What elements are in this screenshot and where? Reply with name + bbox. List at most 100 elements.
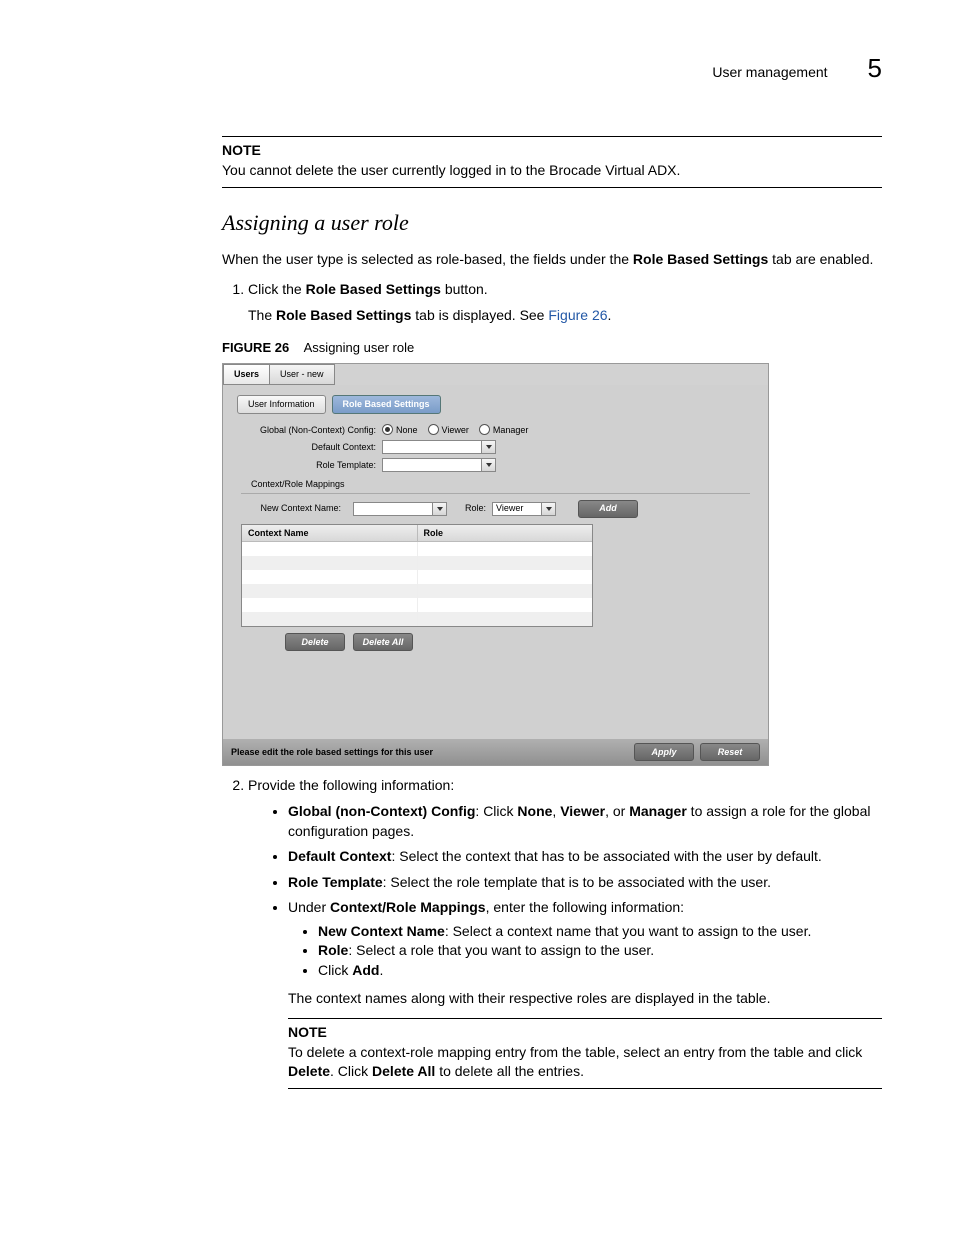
radio-manager[interactable]: Manager [479,424,529,437]
table-row[interactable] [242,556,592,570]
b4s1-bold: New Context Name [318,923,445,939]
context-role-table: Context Name Role [241,524,593,628]
b2-text: : Select the context that has to be asso… [391,848,821,864]
subtab-user-information[interactable]: User Information [237,395,326,414]
radio-viewer-label: Viewer [442,424,469,437]
tab-user-new[interactable]: User - new [269,364,335,385]
bullet-context-role-mappings: Under Context/Role Mappings, enter the f… [288,898,882,1089]
step1-suffix: button. [441,281,488,297]
b1-viewer: Viewer [560,803,605,819]
screenshot-role-based-settings: Users User - new User Information Role B… [222,363,769,766]
note-block-inner: NOTE To delete a context-role mapping en… [288,1018,882,1089]
step-2: Provide the following information: Globa… [248,776,882,1089]
b2-bold: Default Context [288,848,391,864]
select-new-context-name-field[interactable] [353,502,433,516]
table-row[interactable] [242,612,592,626]
radio-viewer[interactable]: Viewer [428,424,469,437]
b4s3-a: Click [318,962,352,978]
select-default-context[interactable] [382,440,496,454]
table-row[interactable] [242,542,592,556]
figure-26-link[interactable]: Figure 26 [548,307,607,323]
note2-label: NOTE [288,1023,882,1043]
chevron-down-icon[interactable] [433,502,447,516]
step1-prefix: Click the [248,281,306,297]
bullet-default-context: Default Context: Select the context that… [288,847,882,867]
label-role-template: Role Template: [241,459,382,472]
figure-caption-text: Assigning user role [304,340,415,355]
b1-manager: Manager [629,803,687,819]
b4-b: , enter the following information: [486,899,684,915]
apply-button[interactable]: Apply [634,743,694,761]
b1-none: None [517,803,552,819]
radio-manager-label: Manager [493,424,529,437]
heading-assigning-user-role: Assigning a user role [222,208,882,239]
radio-none[interactable]: None [382,424,418,437]
subtab-role-based-settings[interactable]: Role Based Settings [332,395,441,414]
note2-bold1: Delete [288,1063,330,1079]
step1-l2bold: Role Based Settings [276,307,411,323]
select-role[interactable]: Viewer [492,502,556,516]
b3-bold: Role Template [288,874,383,890]
status-bar: Please edit the role based settings for … [223,739,768,765]
b4-bold: Context/Role Mappings [330,899,486,915]
note2-c: to delete all the entries. [435,1063,584,1079]
delete-all-button[interactable]: Delete All [353,633,413,651]
note2-a: To delete a context-role mapping entry f… [288,1044,862,1060]
table-row[interactable] [242,584,592,598]
b4s1-text: : Select a context name that you want to… [445,923,812,939]
screenshot-subtabs: User Information Role Based Settings [237,395,762,414]
step1-bold: Role Based Settings [306,281,441,297]
note2-body: To delete a context-role mapping entry f… [288,1043,882,1082]
screenshot-top-tabs: Users User - new [223,364,768,385]
add-button[interactable]: Add [578,500,638,518]
label-context-role-mappings: Context/Role Mappings [251,478,750,491]
step1-l2b: tab is displayed. See [411,307,548,323]
b1-bold: Global (non-Context) Config [288,803,475,819]
step-1: Click the Role Based Settings button. Th… [248,280,882,325]
note-body: You cannot delete the user currently log… [222,161,882,181]
chevron-down-icon[interactable] [482,440,496,454]
chevron-down-icon[interactable] [482,458,496,472]
select-new-context-name[interactable] [353,502,447,516]
table-header-context-name[interactable]: Context Name [242,525,418,543]
table-row[interactable] [242,598,592,612]
b1-a: : Click [475,803,517,819]
radio-group-global-config: None Viewer Manager [382,424,528,437]
chevron-down-icon[interactable] [542,502,556,516]
b4-a: Under [288,899,330,915]
b4s3-bold: Add [352,962,379,978]
status-text: Please edit the role based settings for … [231,746,433,759]
sub-bullet-role: Role: Select a role that you want to ass… [318,941,882,961]
b4s2-text: : Select a role that you want to assign … [348,942,654,958]
bullet-global-config: Global (non-Context) Config: Click None,… [288,802,882,841]
label-new-context-name: New Context Name: [241,502,347,515]
label-default-context: Default Context: [241,441,382,454]
header-section: User management [712,63,827,83]
note-label: NOTE [222,141,882,161]
sub-bullet-new-context-name: New Context Name: Select a context name … [318,922,882,942]
bullet-role-template: Role Template: Select the role template … [288,873,882,893]
page-header: User management 5 [72,50,882,86]
tab-users[interactable]: Users [223,364,270,385]
select-role-template-field[interactable] [382,458,482,472]
radio-dot-icon [479,424,490,435]
header-page-number: 5 [868,50,882,86]
intro-text-a: When the user type is selected as role-b… [222,251,633,267]
b4s2-bold: Role [318,942,348,958]
delete-button[interactable]: Delete [285,633,345,651]
figure-label: FIGURE 26 [222,340,289,355]
figure-caption: FIGURE 26 Assigning user role [222,339,882,357]
radio-dot-icon [382,424,393,435]
select-default-context-field[interactable] [382,440,482,454]
label-global-config: Global (Non-Context) Config: [241,424,382,437]
select-role-template[interactable] [382,458,496,472]
b1-sep2: , or [605,803,629,819]
table-header-role[interactable]: Role [418,525,593,543]
step1-l2a: The [248,307,276,323]
select-role-field[interactable]: Viewer [492,502,542,516]
table-row[interactable] [242,570,592,584]
radio-none-label: None [396,424,418,437]
reset-button[interactable]: Reset [700,743,760,761]
divider [241,493,750,494]
step2-lead: Provide the following information: [248,777,454,793]
